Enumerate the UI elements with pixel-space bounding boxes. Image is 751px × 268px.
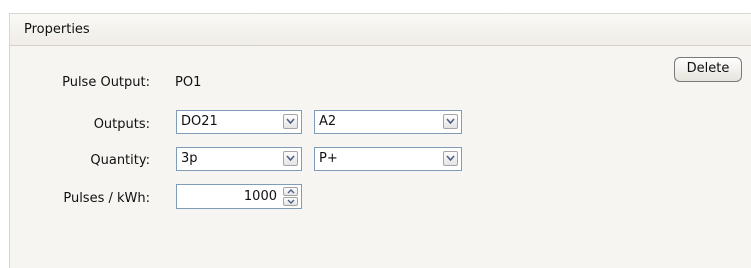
- panel-header: Properties: [10, 14, 751, 46]
- pulse-output-value: PO1: [175, 75, 202, 90]
- outputs-secondary-select[interactable]: A2: [314, 110, 462, 134]
- quantity-secondary-select[interactable]: P+: [314, 147, 462, 171]
- quantity-primary-select[interactable]: 3p: [176, 147, 302, 171]
- outputs-primary-value: DO21: [181, 114, 218, 129]
- arrow-down-icon[interactable]: [283, 197, 298, 206]
- quantity-primary-value: 3p: [181, 151, 198, 166]
- chevron-down-icon[interactable]: [283, 114, 298, 129]
- delete-button[interactable]: Delete: [674, 57, 742, 82]
- outputs-primary-select[interactable]: DO21: [176, 110, 302, 134]
- chevron-down-icon[interactable]: [443, 151, 458, 166]
- properties-panel: Properties Delete Pulse Output: PO1 Outp…: [9, 13, 751, 268]
- pulses-per-kwh-label: Pulses / kWh:: [63, 191, 150, 206]
- spinner-buttons: [283, 187, 298, 206]
- pulses-per-kwh-spinner[interactable]: 1000: [176, 184, 302, 209]
- arrow-up-icon[interactable]: [283, 187, 298, 196]
- pulse-output-label: Pulse Output:: [62, 75, 150, 90]
- quantity-secondary-value: P+: [319, 151, 338, 166]
- chevron-down-icon[interactable]: [283, 151, 298, 166]
- panel-title: Properties: [24, 22, 90, 37]
- outputs-secondary-value: A2: [319, 114, 337, 129]
- pulses-per-kwh-value: 1000: [243, 189, 277, 204]
- quantity-label: Quantity:: [90, 153, 150, 168]
- chevron-down-icon[interactable]: [443, 114, 458, 129]
- outputs-label: Outputs:: [93, 117, 150, 132]
